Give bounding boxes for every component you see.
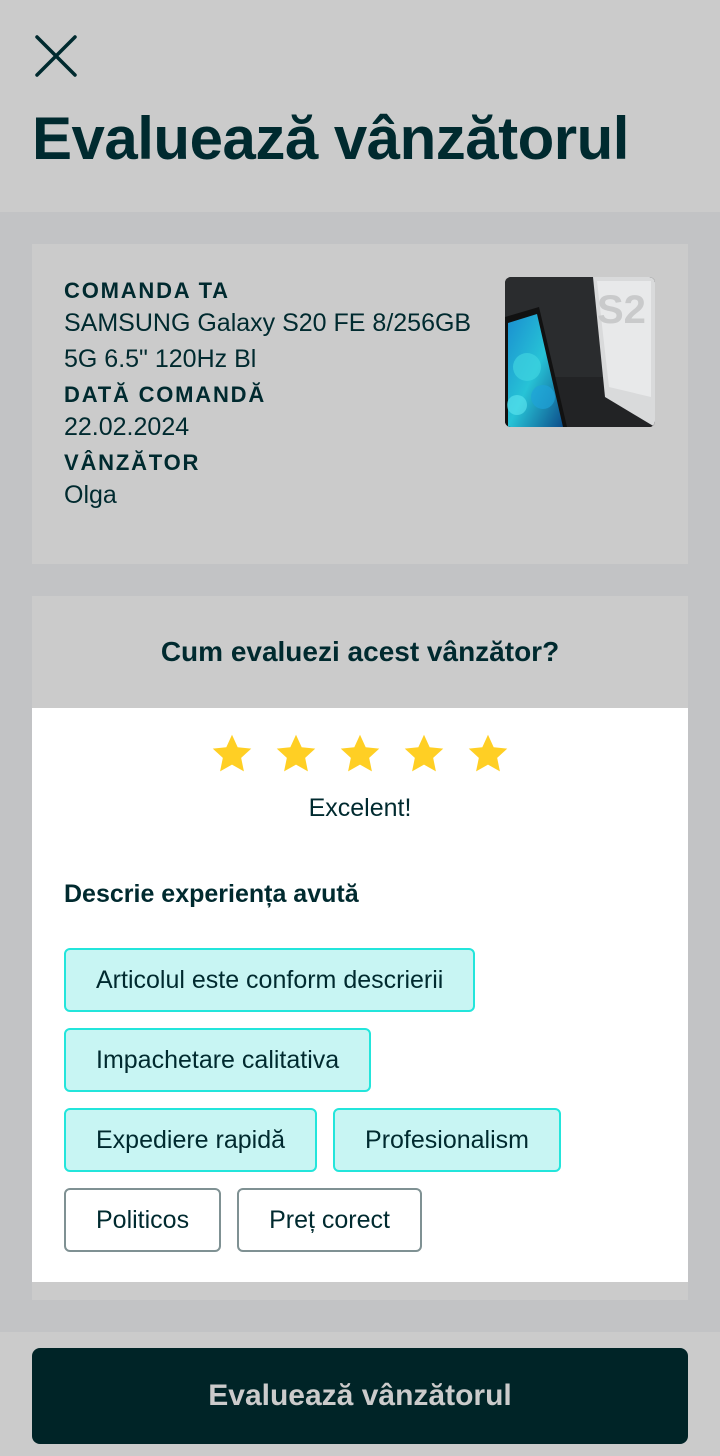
svg-text:S2: S2 (597, 288, 646, 332)
seller-label: Vânzător (64, 450, 201, 475)
star-icon[interactable] (274, 732, 318, 776)
tag-chip-fair-price[interactable]: Preț corect (237, 1188, 422, 1252)
describe-experience-title: Descrie experiența avută (64, 880, 359, 908)
tag-chip-professionalism[interactable]: Profesionalism (333, 1108, 561, 1172)
header: Evaluează vânzătorul (0, 0, 720, 212)
star-icon[interactable] (338, 732, 382, 776)
rating-body: Excelent! Descrie experiența avută Artic… (32, 708, 688, 1282)
star-rating (32, 732, 688, 776)
rating-card: Cum evaluezi acest vânzător? Excelent! D… (32, 596, 688, 1300)
chip-row: Politicos Preț corect (64, 1188, 664, 1252)
chip-row: Expediere rapidă Profesionalism (64, 1108, 664, 1172)
close-button[interactable] (28, 28, 84, 84)
star-icon[interactable] (210, 732, 254, 776)
tag-chip-packaging[interactable]: Impachetare calitativa (64, 1028, 372, 1092)
star-icon[interactable] (466, 732, 510, 776)
rating-text: Excelent! (308, 794, 412, 822)
order-info: Comanda ta SAMSUNG Galaxy S20 FE 8/256GB… (64, 277, 494, 517)
order-date-label: Dată comandă (64, 382, 267, 407)
seller-name: Olga (64, 481, 117, 509)
product-photo: S2 (505, 277, 655, 427)
submit-rating-button[interactable]: Evaluează vânzătorul (32, 1348, 688, 1444)
order-date-value: 22.02.2024 (64, 413, 190, 441)
close-icon (35, 35, 77, 77)
star-icon[interactable] (402, 732, 446, 776)
order-summary-card: Comanda ta SAMSUNG Galaxy S20 FE 8/256GB… (32, 244, 688, 564)
page-title: Evaluează vânzătorul (32, 105, 629, 172)
product-name: SAMSUNG Galaxy S20 FE 8/256GB 5G 6.5" 12… (64, 309, 472, 373)
product-thumbnail: S2 (505, 277, 655, 427)
experience-tags: Articolul este conform descrierii Impach… (64, 948, 664, 1268)
rating-question: Cum evaluezi acest vânzător? (160, 636, 560, 667)
footer: Evaluează vânzătorul (0, 1332, 720, 1456)
tag-chip-polite[interactable]: Politicos (64, 1188, 222, 1252)
order-label: Comanda ta (64, 278, 230, 303)
chip-row: Articolul este conform descrierii (64, 948, 664, 1012)
tag-chip-conform[interactable]: Articolul este conform descrierii (64, 948, 476, 1012)
tag-chip-fast-shipping[interactable]: Expediere rapidă (64, 1108, 318, 1172)
chip-row: Impachetare calitativa (64, 1028, 664, 1092)
